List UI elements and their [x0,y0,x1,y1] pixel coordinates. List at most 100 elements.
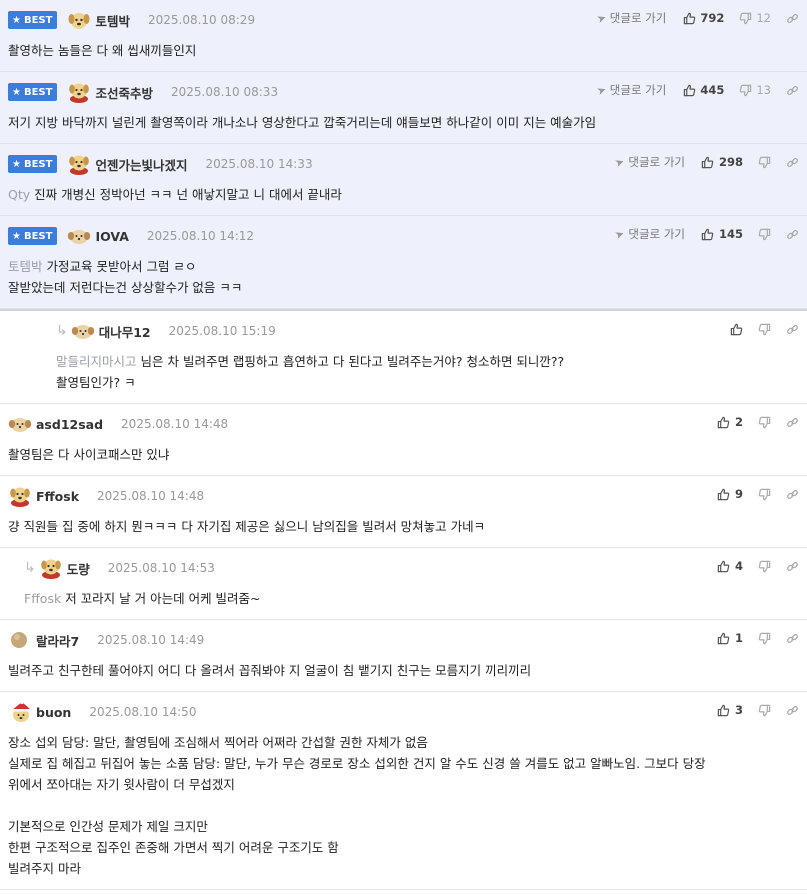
comment-body: 촬영팀은 다 사이코패스만 있냐 [8,444,799,465]
comment-line: Fffosk 저 꼬라지 날 거 아는데 어케 빌려줌~ [24,588,799,609]
link-icon[interactable] [785,83,799,97]
comment-line: 저기 지방 바닥까지 널린게 촬영쪽이라 개나소나 영상한다고 깝죽거리는데 얘… [8,112,799,133]
thumbs-up-icon[interactable] [717,487,731,501]
author-nickname[interactable]: 대나무12 [99,322,151,341]
comment-line: 잘받았는데 저런다는건 상상할수가 없음 ㅋㅋ [8,277,799,298]
thumbs-up-icon[interactable] [717,415,731,429]
thumbs-down-icon[interactable] [738,11,752,25]
author-nickname[interactable]: IOVA [95,229,128,244]
thumbs-up-icon[interactable] [717,703,731,717]
mention-tag[interactable]: 토템박 [8,259,43,274]
comment-line: 걍 직원들 집 중에 하지 뭔ㅋㅋㅋ 다 자기집 제공은 싫으니 남의집을 빌려… [8,516,799,537]
goto-reply-link[interactable]: ➤ 댓글로 가기 [613,154,685,170]
comment-header: ↳ 대나무12 2025.08.10 15:19 [56,321,799,341]
link-icon[interactable] [785,559,799,573]
author-nickname[interactable]: 조선죽추방 [95,83,153,102]
comment-header: ↳ 도량 2025.08.10 14:53 [24,557,799,579]
author-nickname[interactable]: 토템박 [95,11,130,30]
author-nickname[interactable]: Fffosk [36,489,79,504]
avatar[interactable] [8,629,32,651]
avatar[interactable] [39,557,63,579]
link-icon[interactable] [785,155,799,169]
mention-tag[interactable]: 말들리지마시고 [56,354,137,369]
thumbs-down-icon[interactable] [757,703,771,717]
best-badge: ★ BEST [8,11,58,29]
goto-reply-link[interactable]: ➤ 댓글로 가기 [613,226,685,242]
goto-reply-link[interactable]: ➤ 댓글로 가기 [594,10,667,26]
link-icon[interactable] [785,11,799,25]
thumbs-up-icon[interactable] [717,631,731,645]
comment-text: 진짜 개병신 정박아넌 ㅋㅋ 넌 애낳지말고 니 대에서 끝내라 [34,187,342,202]
thumbs-down-icon[interactable] [757,155,771,169]
comment-actions: ➤ 댓글로 가기 298 [613,152,799,172]
comment-date: 2025.08.10 14:50 [89,705,197,719]
thumbs-up-icon[interactable] [701,155,715,169]
star-icon: ★ [12,158,21,170]
comment-text: 빌려주고 친구한테 풀어야지 어디 다 올려서 꼽줘봐야 지 얼굴이 침 뱉기지… [8,663,532,678]
comment-body: 빌려주고 친구한테 풀어야지 어디 다 올려서 꼽줘봐야 지 얼굴이 침 뱉기지… [8,660,799,681]
thumbs-down-icon[interactable] [757,487,771,501]
arrow-icon: ➤ [613,154,627,170]
author-nickname[interactable]: 언젠가는빛나겠지 [95,155,187,174]
comment-actions: 9 [717,484,799,504]
thumbs-down-icon[interactable] [757,322,771,336]
thumbs-up-icon[interactable] [682,83,696,97]
comment-list: ★ BEST 토템박 2025.08.10 08:29 ➤ 댓글로 가기 792 12 촬영하는… [0,0,807,890]
link-icon[interactable] [785,487,799,501]
comment-text: 걍 직원들 집 중에 하지 뭔ㅋㅋㅋ 다 자기집 제공은 싫으니 남의집을 빌려… [8,519,486,534]
thumbs-down-icon[interactable] [757,227,771,241]
goto-reply-label: 댓글로 가기 [609,83,667,97]
best-badge: ★ BEST [8,227,58,245]
link-icon[interactable] [785,415,799,429]
link-icon[interactable] [785,322,799,336]
avatar[interactable] [67,9,91,31]
goto-reply-link[interactable]: ➤ 댓글로 가기 [594,82,667,98]
upvote-count: 9 [734,487,743,501]
author-nickname[interactable]: 랄라라7 [36,631,79,650]
comment-actions [729,319,799,339]
mention-tag[interactable]: Fffosk [24,591,61,606]
comment-body: 저기 지방 바닥까지 널린게 촬영쪽이라 개나소나 영상한다고 깝죽거리는데 얘… [8,112,799,133]
thumbs-down-icon[interactable] [738,83,752,97]
comment-actions: 1 [717,628,799,648]
thumbs-up-icon[interactable] [701,227,715,241]
avatar[interactable] [67,81,91,103]
link-icon[interactable] [785,631,799,645]
avatar[interactable] [67,225,91,247]
thumbs-down-icon[interactable] [757,415,771,429]
link-icon[interactable] [785,703,799,717]
mention-tag[interactable]: Qty [8,187,30,202]
avatar[interactable] [67,153,91,175]
comment-text: 저기 지방 바닥까지 널린게 촬영쪽이라 개나소나 영상한다고 깝죽거리는데 얘… [8,115,597,130]
arrow-icon: ➤ [594,10,608,26]
comment-date: 2025.08.10 08:33 [170,85,279,99]
upvote-count: 4 [734,559,743,573]
reply-arrow-icon: ↳ [56,323,68,339]
downvote-count: 13 [756,83,771,97]
link-icon[interactable] [785,227,799,241]
avatar[interactable] [71,320,95,342]
comment-text: 한편 구조적으로 집주인 존중해 가면서 찍기 어려운 구조기도 함 [8,840,339,855]
arrow-icon: ➤ [613,226,627,242]
thumbs-up-icon[interactable] [682,11,696,25]
author-nickname[interactable]: asd12sad [36,417,103,432]
comment-body: 걍 직원들 집 중에 하지 뭔ㅋㅋㅋ 다 자기집 제공은 싫으니 남의집을 빌려… [8,516,799,537]
thumbs-down-icon[interactable] [757,559,771,573]
upvote-count: 1 [734,631,743,645]
avatar[interactable] [8,413,32,435]
thumbs-up-icon[interactable] [729,322,743,336]
thumbs-down-icon[interactable] [757,631,771,645]
comment-line: 기본적으로 인간성 문제가 제일 크지만 [8,816,799,837]
comment-row: 랄라라7 2025.08.10 14:49 1 빌려주고 친구한테 풀어야지 어디 다… [0,620,807,692]
best-badge: ★ BEST [8,83,58,101]
comment-actions: ➤ 댓글로 가기 445 13 [594,80,799,100]
author-nickname[interactable]: 도량 [67,559,90,578]
arrow-icon: ➤ [594,82,608,98]
avatar[interactable] [8,485,32,507]
comment-date: 2025.08.10 14:53 [107,561,215,575]
comment-row: ★ BEST 토템박 2025.08.10 08:29 ➤ 댓글로 가기 792 12 촬영하는… [0,0,807,72]
upvote-count: 145 [718,227,743,241]
author-nickname[interactable]: buon [36,705,71,720]
avatar[interactable] [8,701,32,723]
thumbs-up-icon[interactable] [717,559,731,573]
